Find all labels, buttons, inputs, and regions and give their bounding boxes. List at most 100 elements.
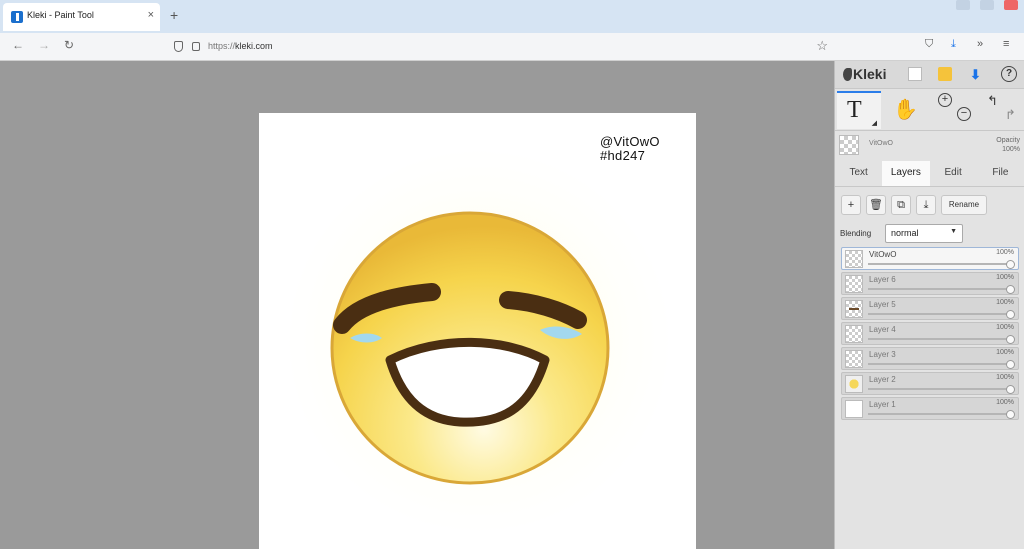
canvas-workspace[interactable]: @VitOwO #hd247 (0, 61, 834, 549)
add-layer-button[interactable]: + (841, 195, 861, 215)
lock-icon[interactable] (192, 42, 200, 51)
kleki-favicon-icon (11, 11, 23, 23)
bookmark-star-icon[interactable]: ☆ (816, 38, 828, 54)
layer-row-3[interactable]: Layer 3 100% (841, 347, 1019, 370)
kleki-side-panel: Kleki ⬇ ? T ◢ ✋ + − ↰ ↱ VitOwO Opacity 10… (834, 61, 1024, 549)
download-save-icon[interactable]: ⬇ (970, 67, 984, 82)
downloads-icon[interactable]: ⤓ (951, 38, 956, 51)
pocket-icon[interactable]: ⛉ (925, 38, 933, 51)
layer-opacity-slider[interactable] (868, 338, 1010, 340)
text-tool-button[interactable]: T ◢ (837, 91, 881, 129)
layer-opacity-knob[interactable] (1006, 335, 1015, 344)
panel-tabs: Text Layers Edit File (835, 161, 1024, 187)
layer-name: Layer 3 (869, 350, 896, 359)
signature-handle: @VitOwO (600, 134, 660, 149)
extensions-overflow-icon[interactable]: » (977, 38, 983, 50)
layer-preview-swatch (839, 135, 859, 155)
drawing-canvas[interactable]: @VitOwO #hd247 (259, 113, 696, 549)
help-icon[interactable]: ? (1001, 66, 1017, 82)
forward-arrow-icon[interactable]: → (38, 38, 50, 52)
layer-opacity-knob[interactable] (1006, 360, 1015, 369)
current-layer-name: VitOwO (869, 140, 893, 147)
layer-opacity: 100% (996, 299, 1014, 306)
layer-opacity-knob[interactable] (1006, 410, 1015, 419)
blending-label: Blending (840, 229, 872, 238)
tab-edit[interactable]: Edit (930, 161, 977, 186)
blending-row: Blending normal ▼ (835, 223, 1024, 247)
hamburger-menu-icon[interactable]: ≡ (1003, 38, 1009, 50)
hand-tool-icon[interactable]: ✋ (893, 97, 918, 122)
layer-opacity: 100% (996, 249, 1014, 256)
layer-row-4[interactable]: Layer 4 100% (841, 322, 1019, 345)
layer-opacity: 100% (996, 274, 1014, 281)
toolbar: T ◢ ✋ + − ↰ ↱ (835, 89, 1024, 131)
reload-icon[interactable]: ↻ (64, 38, 74, 52)
blending-mode-select[interactable]: normal ▼ (885, 224, 963, 243)
maximize-button[interactable] (980, 0, 994, 10)
open-folder-icon[interactable] (938, 67, 952, 81)
layer-actions: + 🗑 ⧉ ⤓ Rename (835, 193, 1024, 223)
layer-thumbnail (845, 375, 863, 393)
current-layer-info: VitOwO Opacity 100% (835, 131, 1024, 161)
redo-icon[interactable]: ↱ (1005, 107, 1016, 123)
browser-nav-bar: ← → ↻ https://kleki.com ☆ ⛉ ⤓ » ≡ (0, 33, 1024, 61)
layer-name: Layer 4 (869, 325, 896, 334)
panel-header: Kleki ⬇ ? (835, 61, 1024, 89)
layer-row-5[interactable]: Layer 5 100% (841, 297, 1019, 320)
browser-tab[interactable]: Kleki - Paint Tool × (3, 3, 160, 31)
kleki-logo: Kleki (843, 66, 886, 82)
layer-name: Layer 2 (869, 375, 896, 384)
layer-opacity-slider[interactable] (868, 288, 1010, 290)
tab-title: Kleki - Paint Tool (27, 10, 94, 20)
url-text[interactable]: https://kleki.com (208, 41, 273, 51)
tracking-shield-icon[interactable] (174, 41, 183, 52)
layer-opacity-slider[interactable] (868, 263, 1010, 265)
blending-mode-value: normal (891, 228, 919, 238)
layer-opacity-slider[interactable] (868, 388, 1010, 390)
layer-thumbnail (845, 250, 863, 268)
signature-text: @VitOwO #hd247 (600, 135, 660, 163)
layer-thumbnail (845, 400, 863, 418)
address-bar[interactable]: https://kleki.com ☆ (168, 36, 836, 58)
merge-layer-button[interactable]: ⤓ (916, 195, 936, 215)
browser-tab-bar: Kleki - Paint Tool × + (0, 0, 1024, 33)
layer-name: Layer 6 (869, 275, 896, 284)
tab-text[interactable]: Text (835, 161, 882, 186)
layer-thumbnail (845, 325, 863, 343)
tool-options-caret-icon: ◢ (871, 120, 877, 127)
duplicate-layer-button[interactable]: ⧉ (891, 195, 911, 215)
new-tab-button[interactable]: + (170, 7, 178, 23)
new-image-icon[interactable] (908, 67, 922, 81)
layer-opacity-slider[interactable] (868, 413, 1010, 415)
zoom-out-icon[interactable]: − (957, 107, 971, 121)
minimize-button[interactable] (956, 0, 970, 10)
tab-layers[interactable]: Layers (882, 161, 930, 186)
current-layer-opacity: Opacity 100% (996, 137, 1020, 153)
rename-layer-button[interactable]: Rename (941, 195, 987, 215)
layer-opacity: 100% (996, 374, 1014, 381)
layer-row-6[interactable]: Layer 6 100% (841, 272, 1019, 295)
layer-opacity-slider[interactable] (868, 313, 1010, 315)
close-tab-icon[interactable]: × (148, 9, 154, 21)
zoom-in-icon[interactable]: + (938, 93, 952, 107)
back-arrow-icon[interactable]: ← (12, 38, 24, 52)
tab-file[interactable]: File (977, 161, 1024, 186)
layer-opacity-knob[interactable] (1006, 310, 1015, 319)
signature-hashtag: #hd247 (600, 148, 646, 163)
delete-layer-button[interactable]: 🗑 (866, 195, 886, 215)
text-tool-icon: T (847, 97, 862, 123)
layer-opacity-knob[interactable] (1006, 385, 1015, 394)
layer-row-2[interactable]: Layer 2 100% (841, 372, 1019, 395)
close-window-button[interactable] (1004, 0, 1018, 10)
layer-opacity-knob[interactable] (1006, 285, 1015, 294)
layer-list: VitOwO 100% Layer 6 100% Layer 5 100% La… (841, 247, 1019, 422)
layer-name: Layer 1 (869, 400, 896, 409)
layer-opacity-knob[interactable] (1006, 260, 1015, 269)
layer-name: VitOwO (869, 250, 897, 259)
layer-row-vitowo[interactable]: VitOwO 100% (841, 247, 1019, 270)
window-controls (956, 0, 1018, 12)
layer-row-1[interactable]: Layer 1 100% (841, 397, 1019, 420)
kleki-logo-icon (843, 68, 852, 81)
undo-icon[interactable]: ↰ (987, 93, 998, 109)
layer-opacity-slider[interactable] (868, 363, 1010, 365)
